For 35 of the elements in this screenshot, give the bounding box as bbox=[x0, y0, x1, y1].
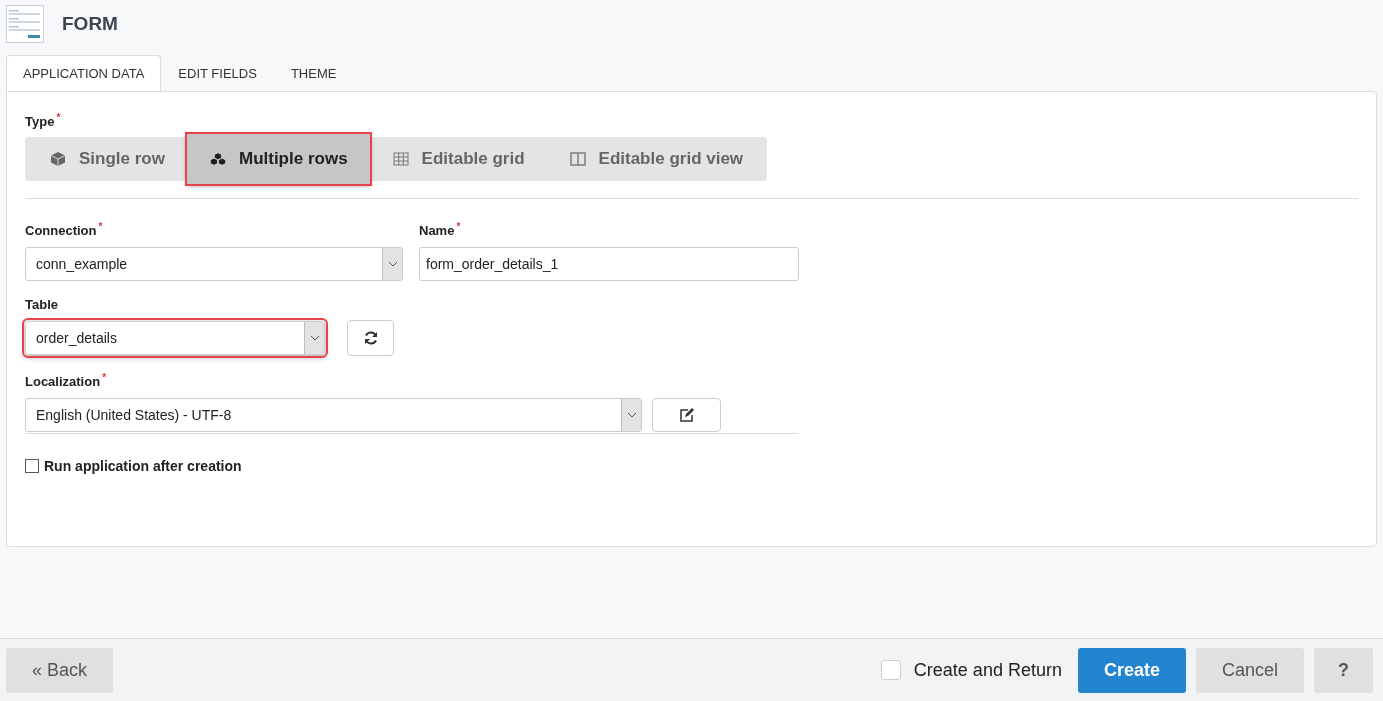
form-icon bbox=[6, 5, 44, 43]
checkbox-label: Create and Return bbox=[913, 659, 1062, 681]
field-label: Table bbox=[25, 296, 59, 312]
refresh-button[interactable] bbox=[347, 319, 394, 356]
edit-button[interactable] bbox=[652, 398, 721, 432]
type-option[interactable]: Multiple rows bbox=[186, 134, 370, 185]
cube-icon bbox=[49, 151, 67, 168]
table-select[interactable]: order_details bbox=[25, 320, 325, 355]
checkbox[interactable] bbox=[25, 459, 39, 473]
field-label: Name$^{*}$ bbox=[419, 221, 462, 239]
type-option[interactable]: Editable grid bbox=[369, 137, 547, 182]
refresh-icon bbox=[362, 329, 379, 346]
help-button[interactable]: ? bbox=[1314, 647, 1373, 693]
field-label: Type$^{*}$ bbox=[25, 112, 62, 130]
type-option[interactable]: Editable grid view bbox=[546, 137, 766, 182]
chevron-down-icon bbox=[309, 334, 320, 341]
cubes-icon bbox=[208, 151, 227, 168]
field-label: Localization$^{*}$ bbox=[25, 371, 108, 389]
name-input[interactable]: form_order_details_1 bbox=[419, 246, 799, 281]
connection-select[interactable]: conn_example bbox=[25, 246, 403, 281]
table-icon bbox=[391, 151, 410, 168]
tab[interactable]: THEME bbox=[273, 55, 354, 92]
checkbox-label: Run application after creation bbox=[44, 458, 242, 474]
create-button[interactable]: Create bbox=[1077, 647, 1186, 693]
localization-select[interactable]: English (United States) - UTF-8 bbox=[25, 398, 642, 432]
chevron-down-icon bbox=[626, 412, 637, 418]
edit-icon bbox=[678, 407, 695, 423]
field-label: Connection$^{*}$ bbox=[25, 221, 104, 239]
tab[interactable]: APPLICATION DATA bbox=[6, 55, 162, 92]
cancel-button[interactable]: Cancel bbox=[1195, 647, 1304, 693]
page-title: FORM bbox=[62, 13, 118, 35]
columns-icon bbox=[568, 151, 587, 168]
tab[interactable]: EDIT FIELDS bbox=[161, 55, 274, 92]
back-button[interactable]: « Back bbox=[6, 647, 114, 693]
chevron-down-icon bbox=[387, 260, 398, 267]
